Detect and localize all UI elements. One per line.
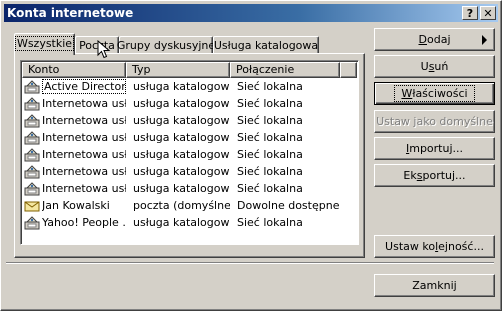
column-header-connection[interactable]: Połączenie [230,62,340,78]
account-name: Internetowa usł... [42,97,126,110]
account-name: Internetowa usł... [42,165,126,178]
cell-connection: Sieć lokalna [237,216,303,229]
account-name: Jan Kowalski [42,199,110,212]
cell-connection: Sieć lokalna [237,97,303,110]
cell-connection: Sieć lokalna [237,80,303,93]
cell-account: Internetowa usł... [22,147,126,162]
cell-connection: Sieć lokalna [237,131,303,144]
set-default-button: Ustaw jako domyślne [374,110,495,133]
title-bar[interactable]: Konta internetowe ? ✕ [4,4,498,22]
import-button-label: Importuj... [405,142,464,155]
directory-service-icon [24,147,42,162]
directory-service-icon [24,113,42,128]
cell-connection: Sieć lokalna [237,114,303,127]
table-row[interactable]: Yahoo! People ... usługa katalogowa Sieć l… [22,214,358,231]
table-row[interactable]: Internetowa usł... usługa katalogowa Sieć … [22,180,358,197]
tab-newsgroups[interactable]: Grupy dyskusyjne [116,36,216,53]
table-row[interactable]: Active Directory usługa katalogowa Sieć lo… [22,78,358,95]
table-row[interactable]: Internetowa usł... usługa katalogowa Sieć … [22,95,358,112]
properties-button[interactable]: Właściwości [374,82,495,105]
account-name: Internetowa usł... [42,148,126,161]
account-name: Active Directory [42,79,126,94]
cell-connection: Sieć lokalna [237,148,303,161]
cell-account: Internetowa usł... [22,181,126,196]
cell-account: Internetowa usł... [22,164,126,179]
export-button-label: Eksportuj... [403,169,466,182]
close-window-button[interactable]: ✕ [480,6,496,20]
set-order-button[interactable]: Ustaw kolejność... [374,235,495,258]
tab-label: Grupy dyskusyjne [116,38,216,52]
account-name: Yahoo! People ... [42,216,126,229]
remove-button[interactable]: Usuń [374,55,495,78]
cell-connection: Sieć lokalna [237,165,303,178]
account-name: Internetowa usł... [42,131,126,144]
cell-type: usługa katalogowa [133,131,230,144]
cell-account: Internetowa usł... [22,113,126,128]
column-header-filler [340,62,357,78]
close-icon: ✕ [483,6,493,20]
remove-button-label: Usuń [420,60,449,73]
cell-type: usługa katalogowa [133,216,230,229]
column-header-account[interactable]: Konto [22,62,126,78]
add-button-label: Dodaj [418,33,451,46]
set-default-button-label: Ustaw jako domyślne [376,115,493,128]
cell-connection: Dowolne dostępne [237,199,340,212]
import-button[interactable]: Importuj... [374,137,495,160]
account-name: Internetowa usł... [42,114,126,127]
cell-type: poczta (domyślne) [133,199,230,212]
cell-connection: Sieć lokalna [237,182,303,195]
cell-account: Internetowa usł... [22,96,126,111]
set-order-button-label: Ustaw kolejność... [385,240,484,253]
table-row[interactable]: Internetowa usł... usługa katalogowa Sieć … [22,129,358,146]
tab-label: Usługa katalogowa [213,38,319,52]
directory-service-icon [24,181,42,196]
table-row[interactable]: Internetowa usł... usługa katalogowa Sieć … [22,112,358,129]
list-rows: Active Directory usługa katalogowa Sieć lo… [22,78,358,231]
properties-button-label: Właściwości [394,85,475,102]
cell-type: usługa katalogowa [133,165,230,178]
close-button[interactable]: Zamknij [374,274,495,297]
directory-service-icon [24,96,42,111]
account-name: Internetowa usł... [42,182,126,195]
export-button[interactable]: Eksportuj... [374,164,495,187]
table-row[interactable]: Internetowa usł... usługa katalogowa Sieć … [22,146,358,163]
cell-account: Active Directory [22,79,126,94]
cell-account: Internetowa usł... [22,130,126,145]
accounts-list[interactable]: Konto Typ Połączenie Active Directory usł… [20,60,359,245]
mail-account-icon [24,199,42,213]
directory-service-icon [24,215,42,230]
directory-service-icon [24,164,42,179]
submenu-arrow-icon [482,35,487,45]
table-row[interactable]: Jan Kowalski poczta (domyślne) Dowolne dos… [22,197,358,214]
cell-type: usługa katalogowa [133,148,230,161]
cell-type: usługa katalogowa [133,80,230,93]
directory-service-icon [24,130,42,145]
mouse-cursor-icon [97,40,111,59]
column-header-type[interactable]: Typ [126,62,230,78]
table-row[interactable]: Internetowa usł... usługa katalogowa Sieć … [22,163,358,180]
help-button[interactable]: ? [462,6,478,20]
cell-account: Yahoo! People ... [22,215,126,230]
cell-account: Jan Kowalski [22,199,126,213]
cell-type: usługa katalogowa [133,182,230,195]
directory-service-icon [24,79,42,94]
list-header: Konto Typ Połączenie [22,62,358,78]
window-title: Konta internetowe [7,6,134,20]
help-icon: ? [466,6,474,20]
tab-all[interactable]: Wszystkie [14,33,75,55]
close-button-label: Zamknij [412,279,457,292]
separator [6,262,494,264]
cell-type: usługa katalogowa [133,114,230,127]
tab-directory-service[interactable]: Usługa katalogowa [213,36,319,53]
add-button[interactable]: Dodaj [374,28,495,51]
cell-type: usługa katalogowa [133,97,230,110]
tab-label: Wszystkie [14,35,75,51]
